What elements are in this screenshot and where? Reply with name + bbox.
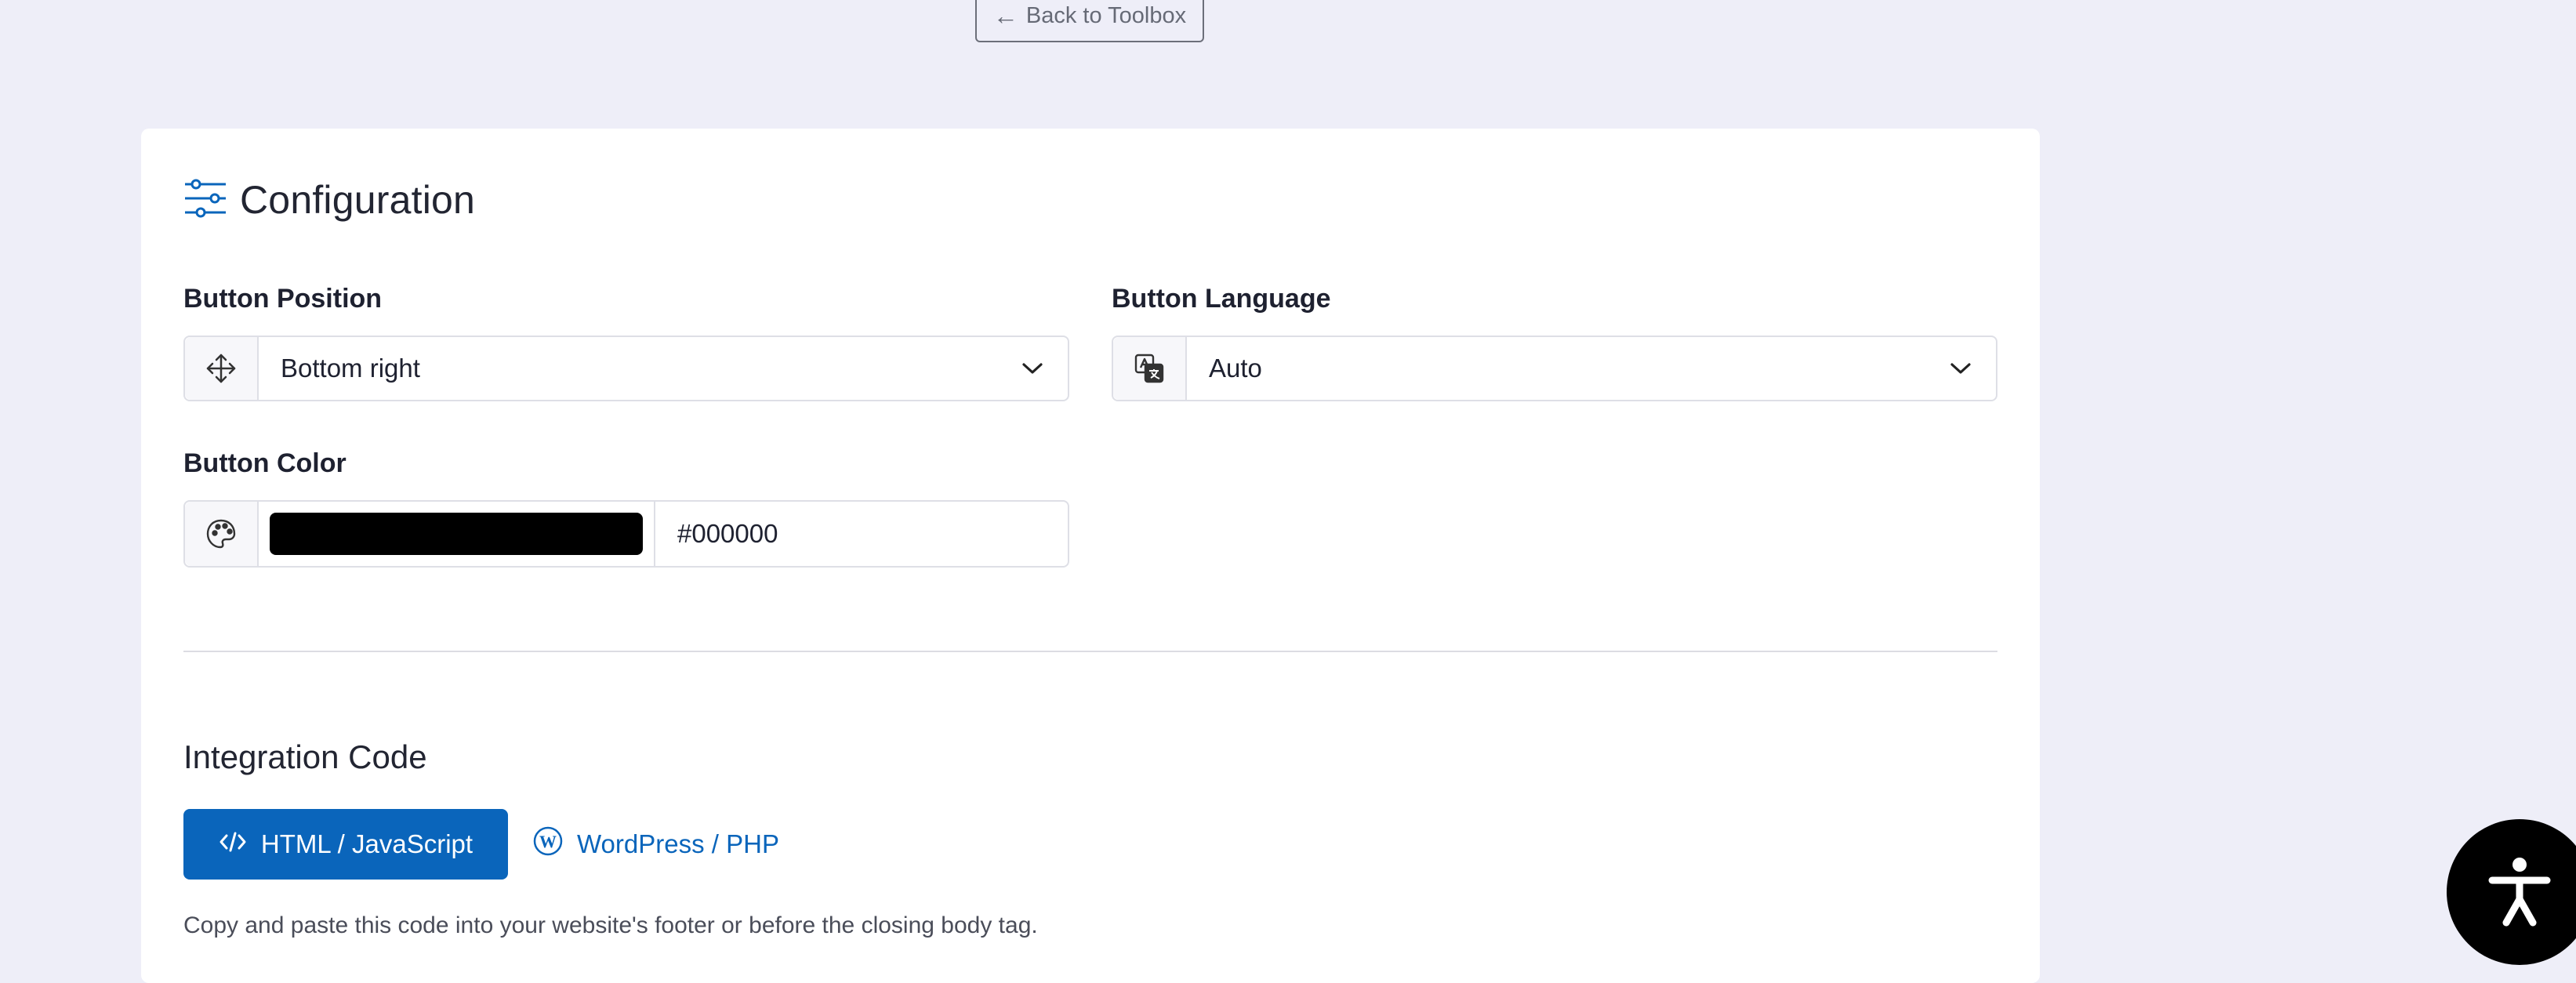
color-picker[interactable] (259, 502, 655, 566)
button-position-value: Bottom right (281, 354, 420, 383)
back-to-toolbox-label: Back to Toolbox (1025, 2, 1187, 28)
svg-text:W: W (539, 832, 557, 851)
back-to-toolbox-button[interactable]: ← Back to Toolbox (975, 0, 1204, 42)
chevron-down-icon (1925, 337, 1996, 400)
button-language-value: Auto (1209, 354, 1262, 383)
accessibility-button[interactable] (2447, 819, 2576, 965)
button-position-label: Button Position (183, 284, 383, 314)
configuration-header: Configuration (183, 177, 475, 223)
hex-color-input[interactable] (655, 502, 1068, 566)
button-language-select[interactable]: Auto (1112, 336, 1997, 401)
tab-wordpress-php-label: WordPress / PHP (577, 829, 779, 858)
color-swatch[interactable] (270, 513, 643, 555)
wordpress-icon: W (533, 826, 563, 862)
section-divider (183, 651, 1997, 652)
tab-html-javascript-label: HTML / JavaScript (260, 829, 473, 858)
accessibility-icon (2476, 847, 2563, 938)
integration-code-title: Integration Code (183, 738, 427, 775)
sliders-icon (183, 178, 227, 223)
button-color-field (183, 500, 1069, 568)
button-position-select[interactable]: Bottom right (183, 336, 1069, 401)
translate-icon (1113, 337, 1187, 400)
code-icon (219, 829, 247, 859)
integration-hint-text: Copy and paste this code into your websi… (183, 912, 1038, 938)
tab-html-javascript[interactable]: HTML / JavaScript (183, 809, 508, 880)
palette-icon (185, 502, 259, 566)
configuration-title: Configuration (240, 178, 476, 222)
button-color-label: Button Color (183, 448, 346, 478)
arrow-left-icon: ← (992, 2, 1018, 30)
chevron-down-icon (997, 337, 1068, 400)
button-language-label: Button Language (1112, 284, 1331, 314)
tab-wordpress-php[interactable]: W WordPress / PHP (533, 809, 779, 880)
move-icon (185, 337, 259, 400)
